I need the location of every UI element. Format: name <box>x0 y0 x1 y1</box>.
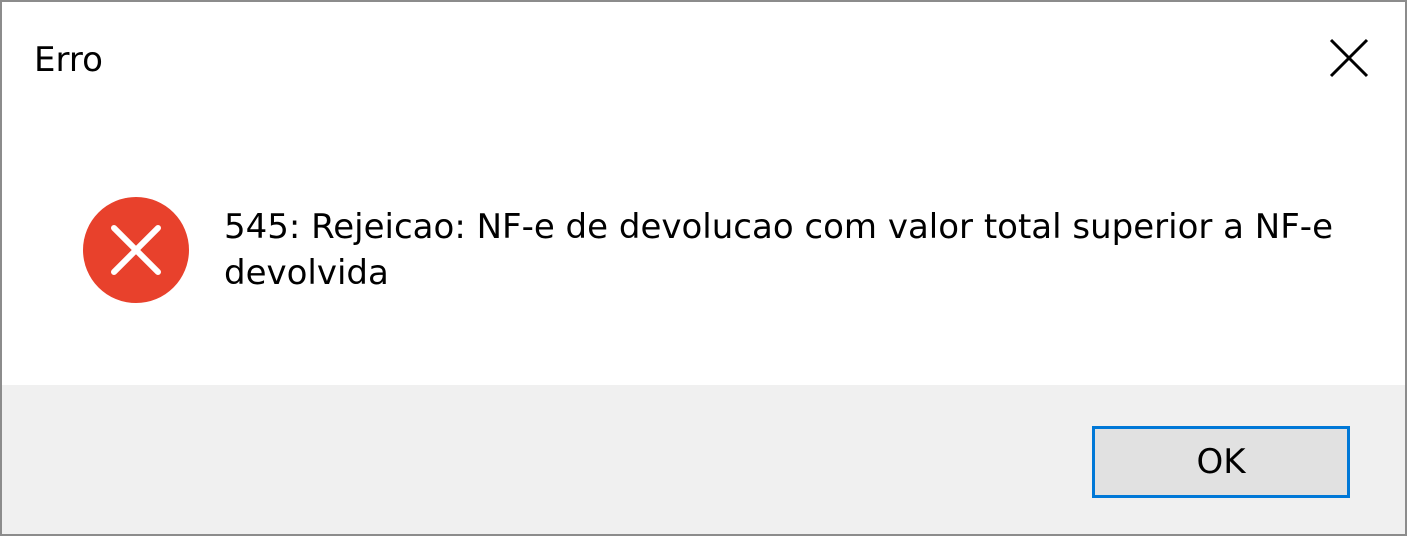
title-bar: Erro <box>2 2 1405 112</box>
error-message: 545: Rejeicao: NF-e de devolucao com val… <box>224 207 1333 293</box>
dialog-footer: OK <box>2 385 1405 534</box>
ok-button[interactable]: OK <box>1092 426 1350 498</box>
close-button[interactable] <box>1321 30 1377 86</box>
dialog-title: Erro <box>34 40 103 80</box>
dialog-content: 545: Rejeicao: NF-e de devolucao com val… <box>2 112 1405 385</box>
error-dialog: Erro 545: Rejeicao: NF-e de devolucao co… <box>0 0 1407 536</box>
close-icon <box>1329 38 1369 78</box>
error-icon <box>82 196 190 304</box>
